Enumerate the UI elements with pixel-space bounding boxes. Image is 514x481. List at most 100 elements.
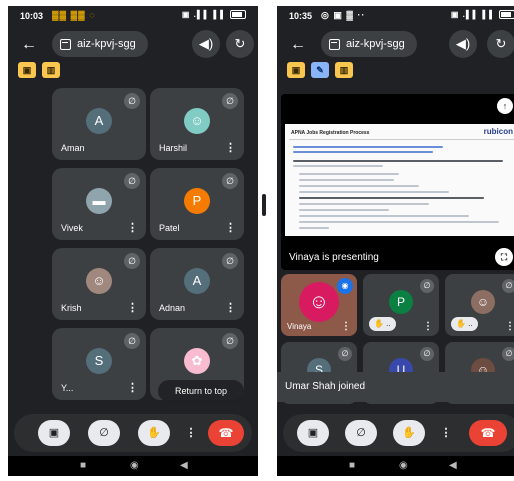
mic-off-icon: ∅: [222, 253, 238, 269]
avatar: S: [86, 348, 112, 374]
participant-name: Harshil: [159, 143, 188, 153]
nav-back-icon[interactable]: ◀: [449, 460, 457, 471]
camera-off-icon[interactable]: ▣: [297, 420, 329, 446]
pin-icon[interactable]: ↑: [497, 98, 513, 114]
more-options-icon[interactable]: ⋮: [127, 301, 138, 314]
participant-tile[interactable]: ∅ A Adnan ⋮: [150, 248, 244, 320]
speaker-icon[interactable]: ◀): [192, 30, 220, 58]
participant-name: Y...: [61, 383, 74, 393]
participant-tile[interactable]: ∅ A Aman: [52, 88, 146, 160]
status-time: 10:03: [20, 11, 44, 21]
recents-icon[interactable]: ■: [349, 460, 355, 471]
avatar: ▬: [86, 188, 112, 214]
recents-icon[interactable]: ■: [80, 460, 86, 471]
return-to-top-button[interactable]: Return to top: [158, 380, 244, 402]
document-rule: [289, 139, 514, 140]
notification-icons: ▓▓ ▓▓ ◌: [52, 10, 96, 20]
doc-line: [299, 209, 389, 211]
raised-hand-badge: ✋ ..: [369, 317, 396, 331]
document-title: APNA Jobs Registration Process: [291, 130, 370, 136]
participant-tile[interactable]: ∅ ☺ Harshil ⋮: [150, 88, 244, 160]
more-options-icon[interactable]: ⋮: [423, 321, 433, 332]
more-options-icon[interactable]: ⋮: [127, 381, 138, 394]
participant-tile[interactable]: ☺ ◉ Vinaya ⋮: [281, 274, 357, 336]
avatar: ✿: [184, 348, 210, 374]
mic-off-icon: ∅: [338, 347, 352, 361]
end-call-icon[interactable]: ☎: [469, 420, 507, 446]
mic-off-icon: ∅: [222, 93, 238, 109]
participant-tile[interactable]: ∅ P Patel ⋮: [150, 168, 244, 240]
mic-off-icon: ∅: [222, 333, 238, 349]
raise-hand-icon[interactable]: ✋: [393, 420, 425, 446]
status-bar: 10:03 ▓▓ ▓▓ ◌ ▣ .▌▌ ▌▌: [8, 6, 258, 26]
avatar: ☺: [471, 290, 495, 314]
speaker-icon[interactable]: ◀): [449, 30, 477, 58]
fullscreen-icon[interactable]: ⛶: [495, 248, 513, 266]
present-chip-icon[interactable]: ✎: [311, 62, 329, 78]
participant-name: Vivek: [61, 223, 83, 233]
status-time: 10:35: [289, 11, 313, 21]
nav-back-icon[interactable]: ◀: [180, 460, 188, 471]
mic-off-icon: ∅: [502, 279, 514, 293]
layout-chip-icon[interactable]: ▥: [335, 62, 353, 78]
participant-tile[interactable]: ∅ ☺ Krish ⋮: [52, 248, 146, 320]
doc-line: [293, 165, 383, 167]
participant-tile[interactable]: ∅ P ✋ .. ⋮: [363, 274, 439, 336]
back-arrow-icon[interactable]: ←: [287, 34, 309, 56]
doc-line: [299, 215, 469, 217]
mic-off-icon: ∅: [124, 173, 140, 189]
mic-off-icon: ∅: [124, 253, 140, 269]
battery-icon: [499, 10, 514, 20]
end-call-icon[interactable]: ☎: [208, 420, 244, 446]
more-options-icon[interactable]: ⋮: [184, 420, 198, 446]
participant-tile[interactable]: ∅ S Y... ⋮: [52, 328, 146, 400]
participant-tile[interactable]: ∅ ▬ Vivek ⋮: [52, 168, 146, 240]
doc-line: [299, 227, 329, 229]
shared-document: APNA Jobs Registration Process rubicon: [285, 124, 514, 236]
participant-name: Patel: [159, 223, 180, 233]
mic-off-icon: ∅: [420, 279, 434, 293]
layout-chip-icon[interactable]: ▥: [42, 62, 60, 78]
speaking-indicator-icon: ◉: [337, 278, 353, 294]
camera-off-chip-icon[interactable]: ▣: [18, 62, 36, 78]
mic-off-button-icon[interactable]: ∅: [88, 420, 120, 446]
camera-off-icon[interactable]: ▣: [38, 420, 70, 446]
mic-off-icon: ∅: [124, 93, 140, 109]
mic-off-button-icon[interactable]: ∅: [345, 420, 377, 446]
system-nav-bar: ■ ◉ ◀: [8, 456, 258, 476]
meeting-top-bar: ← aiz-kpvj-sgg ◀) ↻: [8, 30, 258, 58]
avatar: A: [86, 108, 112, 134]
screen-share-view[interactable]: ↑ APNA Jobs Registration Process rubicon…: [281, 94, 514, 270]
system-nav-bar: ■ ◉ ◀: [277, 456, 514, 476]
avatar: ☺: [184, 108, 210, 134]
meeting-code-pill[interactable]: aiz-kpvj-sgg: [321, 31, 417, 57]
more-options-icon[interactable]: ⋮: [439, 420, 453, 446]
left-phone-screen: 10:03 ▓▓ ▓▓ ◌ ▣ .▌▌ ▌▌ ← aiz-kpvj-sgg ◀)…: [8, 6, 258, 476]
meeting-code: aiz-kpvj-sgg: [77, 38, 136, 50]
avatar: P: [389, 290, 413, 314]
camera-off-chip-icon[interactable]: ▣: [287, 62, 305, 78]
more-options-icon[interactable]: ⋮: [127, 221, 138, 234]
meeting-code-pill[interactable]: aiz-kpvj-sgg: [52, 31, 148, 57]
more-options-icon[interactable]: ⋮: [225, 141, 236, 154]
more-options-icon[interactable]: ⋮: [225, 221, 236, 234]
doc-line: [293, 146, 443, 148]
mic-off-icon: ∅: [222, 173, 238, 189]
more-options-icon[interactable]: ⋮: [225, 301, 236, 314]
more-options-icon[interactable]: ⋮: [341, 321, 351, 332]
activity-chips: ▣ ▥: [18, 62, 60, 80]
home-icon[interactable]: ◉: [399, 460, 408, 471]
avatar: ☺: [299, 282, 339, 322]
calendar-icon: [329, 38, 340, 50]
call-controls: ▣ ∅ ✋ ⋮ ☎: [14, 414, 252, 452]
doc-line: [299, 173, 399, 175]
switch-camera-icon[interactable]: ↻: [226, 30, 254, 58]
participant-tile[interactable]: ∅ ☺ ✋ .. ⋮: [445, 274, 514, 336]
doc-line: [299, 179, 394, 181]
more-options-icon[interactable]: ⋮: [505, 321, 514, 332]
raise-hand-icon[interactable]: ✋: [138, 420, 170, 446]
back-arrow-icon[interactable]: ←: [18, 34, 40, 56]
home-icon[interactable]: ◉: [130, 460, 139, 471]
divider-handle: [262, 194, 266, 216]
switch-camera-icon[interactable]: ↻: [487, 30, 514, 58]
